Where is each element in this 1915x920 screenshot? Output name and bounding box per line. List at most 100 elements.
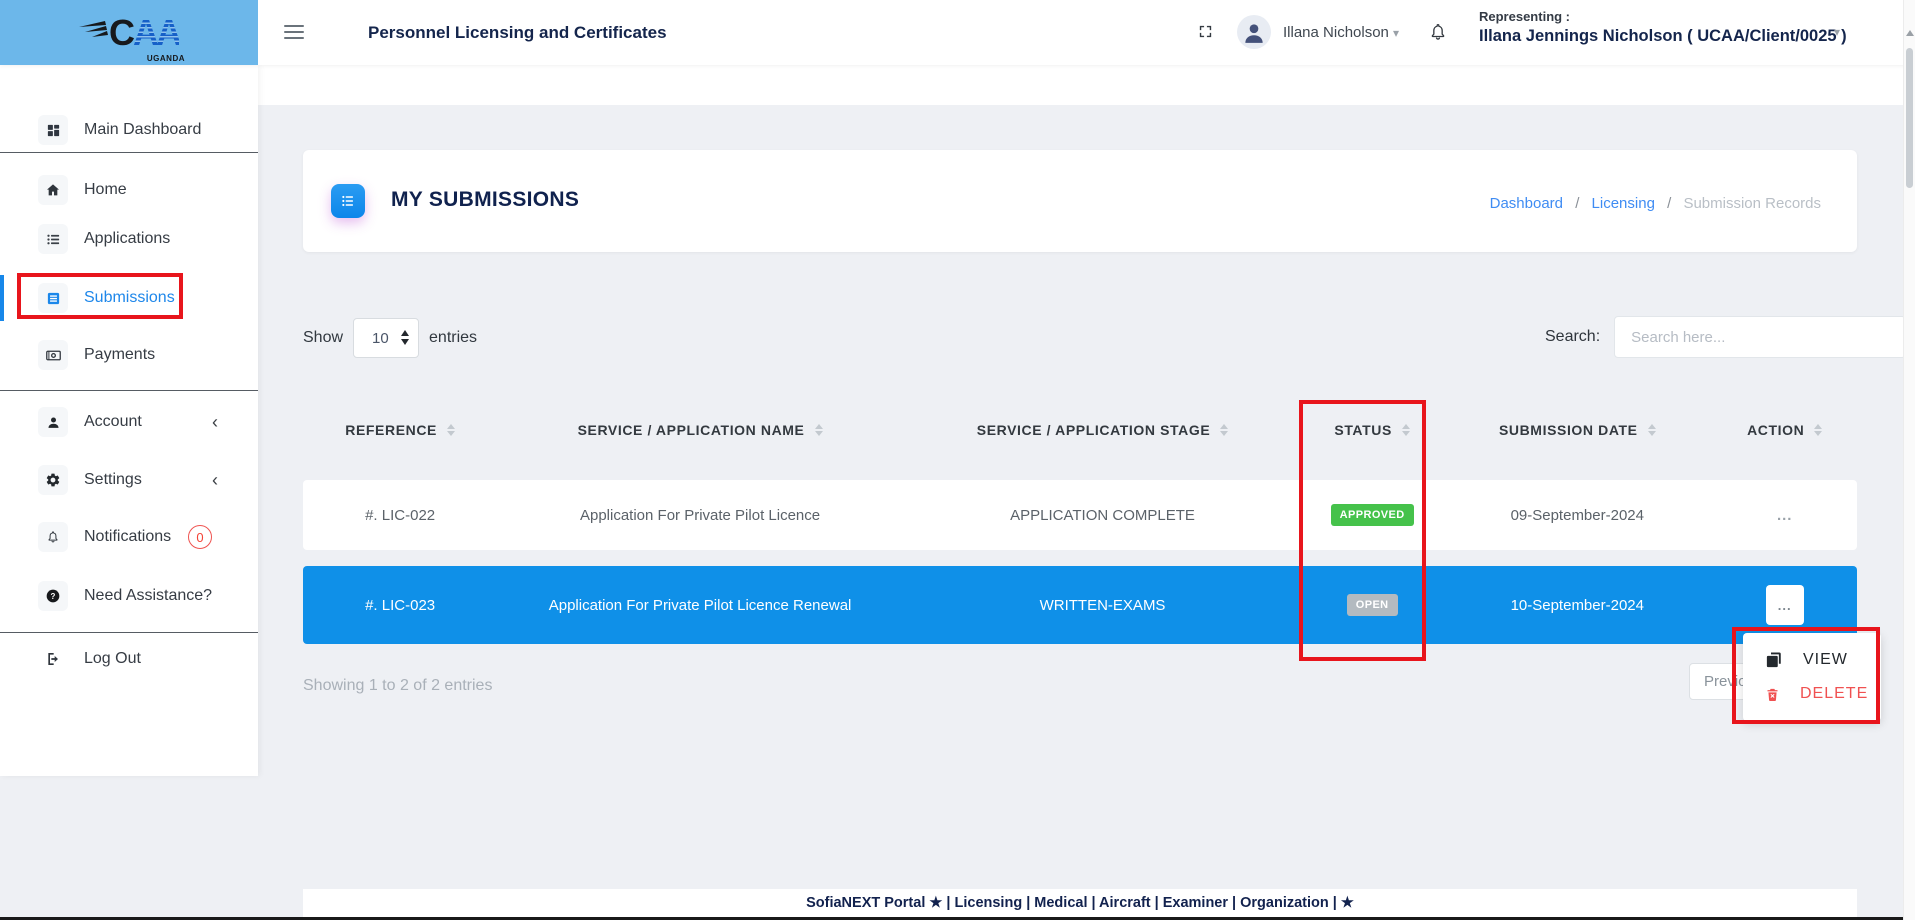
fullscreen-icon[interactable]: [1197, 23, 1214, 40]
representing-selector[interactable]: Representing : Illana Jennings Nicholson…: [1479, 9, 1829, 46]
cell-service-stage: APPLICATION COMPLETE: [903, 507, 1302, 524]
sidebar-divider: [0, 152, 258, 153]
notifications-count-badge: 0: [188, 525, 212, 549]
sidebar-item-label: Submissions: [84, 289, 175, 307]
view-copy-icon: [1765, 651, 1783, 669]
table-row-selected[interactable]: #. LIC-023 Application For Private Pilot…: [303, 566, 1857, 644]
column-header-service-stage[interactable]: SERVICE / APPLICATION STAGE: [903, 422, 1302, 438]
logout-icon: [38, 644, 68, 674]
entries-label: entries: [429, 329, 477, 347]
user-avatar[interactable]: [1237, 15, 1271, 49]
table-row[interactable]: #. LIC-022 Application For Private Pilot…: [303, 480, 1857, 550]
notification-bell-icon[interactable]: [1428, 21, 1448, 43]
sidebar: Main Dashboard Home Applications Submiss…: [0, 65, 258, 776]
column-header-service-name[interactable]: SERVICE / APPLICATION NAME: [497, 422, 903, 438]
footer-text: SofiaNEXT Portal ★ | Licensing | Medical…: [806, 895, 1354, 911]
representing-caret-icon: ▾: [1834, 25, 1840, 39]
column-label: ACTION: [1747, 422, 1804, 438]
app-page: C AA UGANDA Personnel Licensing and Cert…: [0, 0, 1915, 920]
search-label: Search:: [1545, 328, 1600, 346]
column-header-action[interactable]: ACTION: [1712, 422, 1857, 438]
topbar: C AA UGANDA Personnel Licensing and Cert…: [0, 0, 1915, 65]
show-label: Show: [303, 329, 343, 347]
stepper-icon: [401, 330, 409, 345]
person-icon: [1241, 19, 1267, 45]
logo-letter-c: C: [109, 15, 133, 51]
search-input[interactable]: [1614, 316, 1906, 358]
table-summary: Showing 1 to 2 of 2 entries: [303, 677, 492, 695]
sidebar-item-label: Account: [84, 413, 142, 431]
row-actions-menu-button[interactable]: ...: [1766, 585, 1804, 625]
table-header-row: REFERENCE SERVICE / APPLICATION NAME SER…: [303, 400, 1857, 460]
column-header-reference[interactable]: REFERENCE: [303, 422, 497, 438]
sidebar-item-main-dashboard[interactable]: Main Dashboard: [0, 108, 258, 152]
sidebar-item-applications[interactable]: Applications: [0, 217, 258, 261]
chevron-collapse-icon: ‹: [212, 400, 218, 444]
column-header-status[interactable]: STATUS: [1302, 422, 1442, 438]
footer: SofiaNEXT Portal ★ | Licensing | Medical…: [303, 889, 1857, 917]
sidebar-item-home[interactable]: Home: [0, 168, 258, 212]
representing-label: Representing :: [1479, 9, 1829, 24]
cell-status: OPEN: [1302, 594, 1442, 616]
user-caret-icon: ▾: [1393, 26, 1399, 40]
breadcrumb-dashboard[interactable]: Dashboard: [1490, 195, 1563, 212]
page-header-card: MY SUBMISSIONS Dashboard / Licensing / S…: [303, 150, 1857, 252]
search-control: Search:: [1545, 316, 1906, 358]
sidebar-item-account[interactable]: Account ‹: [0, 400, 258, 444]
column-header-submission-date[interactable]: SUBMISSION DATE: [1442, 422, 1712, 438]
menu-item-view[interactable]: VIEW: [1743, 643, 1881, 677]
chevron-collapse-icon: ‹: [212, 458, 218, 502]
cell-submission-date: 10-September-2024: [1442, 597, 1712, 614]
breadcrumb-current: Submission Records: [1683, 195, 1821, 212]
column-label: SERVICE / APPLICATION NAME: [578, 422, 805, 438]
cell-service-name: Application For Private Pilot Licence Re…: [497, 597, 903, 614]
status-badge: OPEN: [1347, 594, 1398, 616]
menu-item-label: VIEW: [1803, 651, 1848, 669]
sidebar-item-label: Need Assistance?: [84, 587, 212, 605]
sort-icon: [447, 424, 455, 436]
sidebar-item-label: Settings: [84, 471, 142, 489]
row-actions-menu[interactable]: ...: [1777, 507, 1793, 524]
sidebar-item-logout[interactable]: Log Out: [0, 637, 258, 681]
user-menu[interactable]: Illana Nicholson: [1283, 0, 1389, 65]
menu-item-delete[interactable]: DELETE: [1743, 677, 1881, 711]
cell-service-stage: WRITTEN-EXAMS: [903, 597, 1302, 614]
sidebar-item-settings[interactable]: Settings ‹: [0, 458, 258, 502]
column-label: STATUS: [1334, 422, 1392, 438]
entries-per-page-select[interactable]: 10: [353, 318, 419, 358]
sidebar-item-need-assistance[interactable]: ? Need Assistance?: [0, 574, 258, 618]
cell-action: ...: [1712, 585, 1857, 625]
bell-icon: [38, 522, 68, 552]
scrollbar-up-arrow[interactable]: [1906, 30, 1914, 36]
cell-reference: #. LIC-022: [303, 507, 497, 524]
representing-value: Illana Jennings Nicholson ( UCAA/Client/…: [1479, 27, 1829, 46]
breadcrumb-licensing[interactable]: Licensing: [1592, 195, 1655, 212]
cell-submission-date: 09-September-2024: [1442, 507, 1712, 524]
menu-toggle-icon[interactable]: [284, 25, 304, 43]
submissions-icon: [38, 283, 68, 313]
sort-icon: [1648, 424, 1656, 436]
sidebar-item-payments[interactable]: Payments: [0, 333, 258, 377]
vertical-scrollbar: [1903, 0, 1915, 920]
sort-icon: [1220, 424, 1228, 436]
money-icon: [38, 340, 68, 370]
scrollbar-thumb[interactable]: [1906, 48, 1913, 188]
list-icon: [38, 224, 68, 254]
dashboard-icon: [38, 115, 68, 145]
sort-icon: [1402, 424, 1410, 436]
logo-country-label: UGANDA: [147, 54, 185, 63]
sidebar-item-submissions[interactable]: Submissions: [0, 276, 258, 320]
sidebar-item-notifications[interactable]: Notifications 0: [0, 515, 258, 559]
entries-per-page-value: 10: [372, 330, 389, 347]
sidebar-item-label: Log Out: [84, 650, 141, 668]
submissions-list-icon: [331, 184, 365, 218]
help-icon: ?: [38, 581, 68, 611]
breadcrumb-separator: /: [1575, 195, 1579, 212]
sort-icon: [815, 424, 823, 436]
cell-status: APPROVED: [1302, 504, 1442, 526]
account-person-icon: [38, 407, 68, 437]
brand-logo: C AA UGANDA: [0, 0, 258, 65]
breadcrumb: Dashboard / Licensing / Submission Recor…: [1486, 195, 1825, 212]
wing-icon: [79, 21, 113, 41]
gear-icon: [38, 465, 68, 495]
